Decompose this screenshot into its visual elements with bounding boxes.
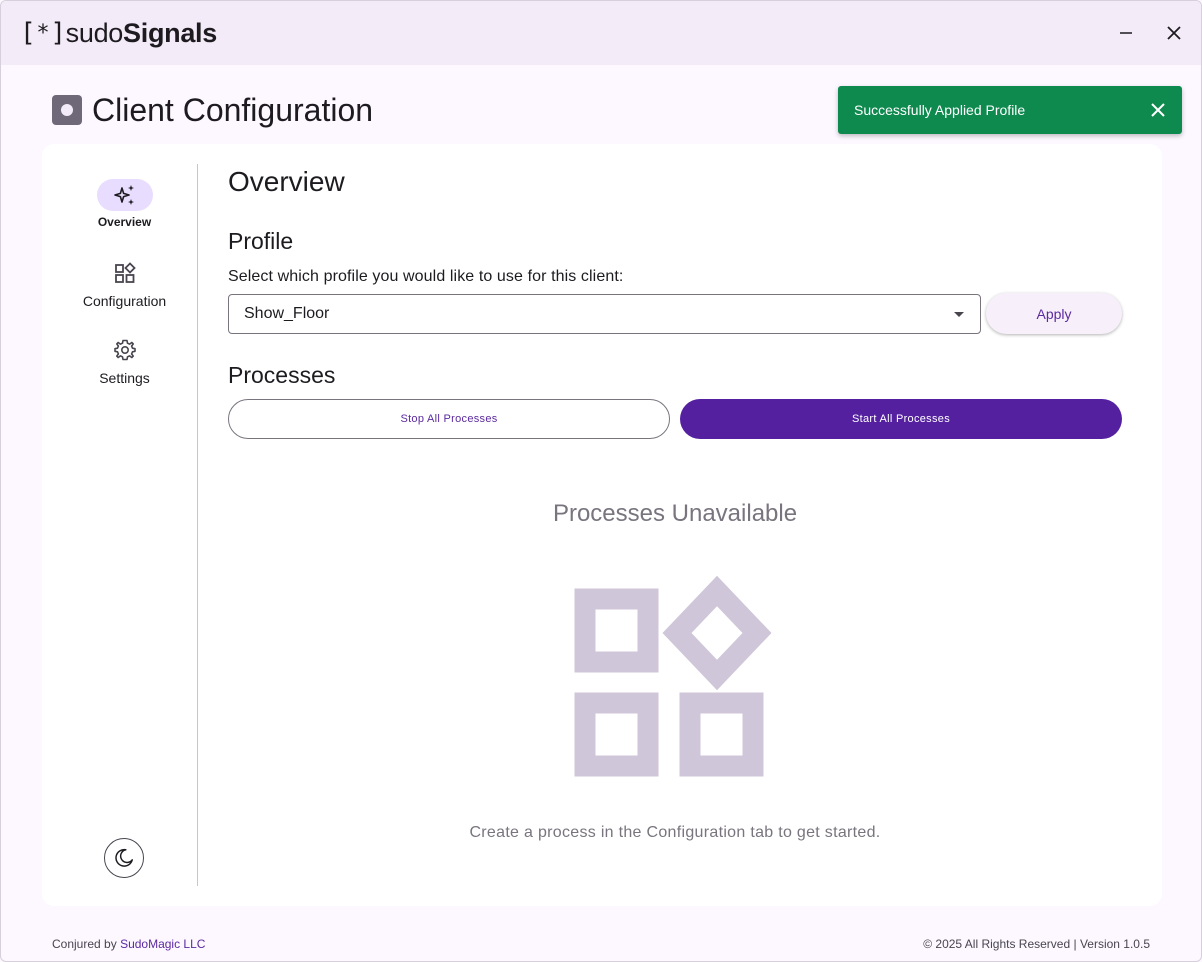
success-toast: Successfully Applied Profile bbox=[838, 86, 1182, 134]
toast-close-button[interactable] bbox=[1148, 100, 1168, 120]
start-all-processes-button[interactable]: Start All Processes bbox=[680, 399, 1122, 439]
profile-select[interactable]: Show_Floor bbox=[228, 294, 981, 334]
sparkle-icon bbox=[113, 185, 134, 205]
sidebar-nav: Overview Configuration Settings bbox=[42, 144, 197, 906]
page-title: Client Configuration bbox=[92, 91, 374, 128]
minimize-button[interactable] bbox=[1114, 21, 1138, 45]
close-icon bbox=[1167, 26, 1181, 40]
moon-icon bbox=[115, 848, 133, 867]
nav-pill bbox=[97, 334, 153, 366]
sidebar-divider bbox=[197, 164, 198, 886]
section-heading-processes: Processes bbox=[228, 362, 336, 388]
sidebar-item-label: Overview bbox=[97, 215, 152, 229]
sidebar-item-label: Configuration bbox=[82, 293, 167, 309]
main-content: Overview Profile Select which profile yo… bbox=[228, 144, 1128, 906]
logo-text-light: sudo bbox=[65, 17, 124, 48]
footer-copyright: © 2025 All Rights Reserved | Version 1.0… bbox=[923, 937, 1150, 951]
content-card: Overview Configuration Settings Overview… bbox=[42, 144, 1162, 906]
stop-all-processes-button[interactable]: Stop All Processes bbox=[228, 399, 670, 439]
app-window: [ * ] sudo Signals Client Configuration … bbox=[0, 0, 1202, 962]
sidebar-item-label: Settings bbox=[99, 370, 150, 386]
apply-button[interactable]: Apply bbox=[986, 293, 1122, 334]
sidebar-item-settings[interactable]: Settings bbox=[42, 334, 207, 386]
logo-star: * bbox=[36, 20, 50, 46]
gear-icon bbox=[113, 339, 136, 361]
section-heading-overview: Overview bbox=[228, 166, 345, 197]
footer-credit-prefix: Conjured by bbox=[52, 937, 117, 951]
title-bar: [ * ] sudo Signals bbox=[1, 1, 1201, 65]
empty-state-title: Processes Unavailable bbox=[552, 500, 798, 527]
window-close-button[interactable] bbox=[1162, 21, 1186, 45]
dropdown-arrow-icon bbox=[954, 312, 964, 317]
record-icon bbox=[52, 95, 82, 125]
logo-bracket-close: ] bbox=[50, 18, 66, 48]
profile-help-text: Select which profile you would like to u… bbox=[228, 268, 624, 285]
logo-text-bold: Signals bbox=[123, 17, 217, 48]
minus-icon bbox=[1120, 32, 1132, 34]
empty-state-text: Create a process in the Configuration ta… bbox=[469, 824, 881, 841]
footer-company-link[interactable]: SudoMagic LLC bbox=[120, 937, 205, 951]
toast-message: Successfully Applied Profile bbox=[854, 102, 1026, 118]
sidebar-item-overview[interactable]: Overview bbox=[42, 179, 207, 229]
close-icon bbox=[1151, 103, 1165, 117]
page-header: Client Configuration bbox=[52, 89, 373, 131]
sidebar-item-configuration[interactable]: Configuration bbox=[42, 257, 207, 309]
nav-pill bbox=[97, 257, 153, 289]
section-heading-profile: Profile bbox=[228, 228, 294, 254]
footer-credit: Conjured by SudoMagic LLC bbox=[52, 937, 205, 951]
widgets-illustration bbox=[574, 576, 772, 777]
profile-select-value: Show_Floor bbox=[244, 305, 330, 322]
app-logo: [ * ] sudo Signals bbox=[20, 17, 217, 49]
widgets-icon bbox=[114, 262, 136, 283]
nav-pill-active bbox=[96, 179, 153, 211]
theme-toggle-button[interactable] bbox=[104, 838, 144, 878]
logo-bracket-open: [ bbox=[20, 18, 36, 48]
